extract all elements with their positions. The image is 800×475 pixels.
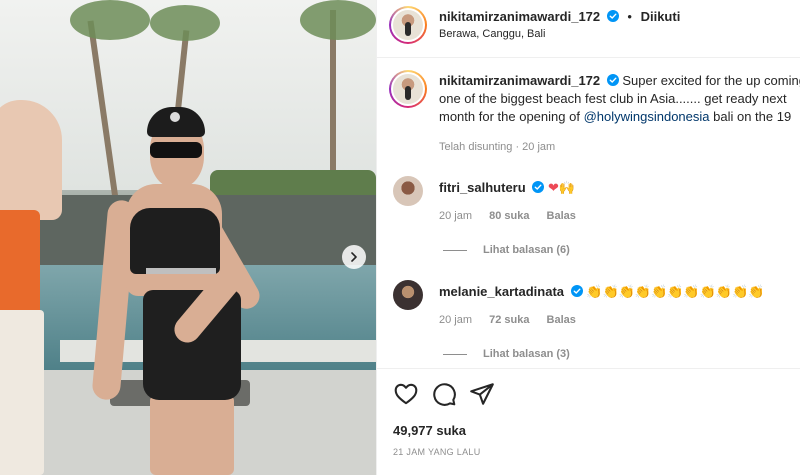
comment-text-row: fitri_salhuteru ❤🙌	[439, 180, 575, 196]
post-time: 21 JAM YANG LALU	[393, 447, 481, 457]
woman-top-band	[146, 268, 216, 274]
caption-line-2: one of the biggest beach fest club in As…	[439, 91, 787, 106]
verified-icon	[570, 285, 583, 297]
cap-logo	[170, 112, 180, 122]
caption-line-3: month for the opening of	[439, 109, 580, 124]
verified-icon	[606, 74, 619, 86]
friend-arm	[0, 100, 62, 220]
view-replies-button[interactable]: Lihat balasan (3)	[443, 348, 570, 360]
comment-body: 👏👏👏👏👏👏👏👏👏👏👏	[586, 285, 765, 300]
comment-likes[interactable]: 80 suka	[489, 210, 529, 222]
comment-avatar[interactable]	[393, 176, 423, 206]
palm-leaves	[150, 5, 220, 41]
comment-username[interactable]: melanie_kartadinata	[439, 284, 564, 299]
caption-tail: bali on the 19	[713, 109, 792, 124]
palm-leaves	[300, 0, 376, 40]
friend-shirt	[0, 210, 40, 320]
author-username[interactable]: nikitamirzanimawardi_172	[439, 9, 600, 24]
verified-icon	[532, 181, 545, 193]
comment-username[interactable]: fitri_salhuteru	[439, 180, 526, 195]
woman-legs	[150, 395, 234, 475]
caption: nikitamirzanimawardi_172 Super excited f…	[377, 66, 800, 166]
like-count[interactable]: 49,977 suka	[393, 423, 466, 438]
replies-line	[443, 353, 467, 355]
comment-time: 20 jam	[439, 314, 473, 326]
action-bar: 49,977 suka 21 JAM YANG LALU	[377, 368, 800, 475]
post-panel: nikitamirzanimawardi_172 • Diikuti Beraw…	[376, 0, 800, 475]
reply-button[interactable]: Balas	[547, 314, 576, 326]
caption-meta: Telah disunting · 20 jam	[439, 141, 556, 153]
comment-time: 20 jam	[439, 210, 473, 222]
comment-body: ❤🙌	[547, 181, 576, 196]
next-photo-button[interactable]	[342, 245, 366, 269]
heart-icon[interactable]	[393, 381, 419, 407]
comment-meta: 20 jam 72 suka Balas	[439, 314, 590, 326]
caption-mention[interactable]: @holywingsindonesia	[584, 109, 710, 124]
follow-button[interactable]: Diikuti	[641, 9, 681, 24]
share-icon[interactable]	[469, 381, 495, 407]
comment-meta: 20 jam 80 suka Balas	[439, 210, 590, 222]
view-replies-label: Lihat balasan (3)	[483, 348, 570, 360]
comment-likes[interactable]: 72 suka	[489, 314, 529, 326]
view-replies-button[interactable]: Lihat balasan (6)	[443, 244, 570, 256]
caption-username[interactable]: nikitamirzanimawardi_172	[439, 73, 600, 88]
caption-text: nikitamirzanimawardi_172 Super excited f…	[439, 72, 800, 126]
friend-skirt	[0, 310, 44, 475]
post-photo[interactable]	[0, 0, 376, 475]
post-header: nikitamirzanimawardi_172 • Diikuti Beraw…	[377, 0, 800, 58]
caption-line-1: Super excited for the up coming	[622, 73, 800, 88]
caption-avatar[interactable]	[389, 70, 427, 108]
next-arrow-icon	[351, 252, 357, 262]
verified-icon	[606, 10, 619, 22]
location-link[interactable]: Berawa, Canggu, Bali	[439, 28, 545, 40]
comment-text-row: melanie_kartadinata 👏👏👏👏👏👏👏👏👏👏👏	[439, 284, 764, 300]
comment-icon[interactable]	[431, 381, 457, 407]
separator-dot: •	[627, 9, 632, 24]
woman-top	[130, 208, 220, 274]
sunglasses	[150, 142, 202, 158]
replies-line	[443, 249, 467, 251]
comment-avatar[interactable]	[393, 280, 423, 310]
palm-leaves	[70, 0, 150, 40]
header-name-row: nikitamirzanimawardi_172 • Diikuti	[439, 9, 680, 24]
author-avatar[interactable]	[389, 6, 427, 44]
view-replies-label: Lihat balasan (6)	[483, 244, 570, 256]
reply-button[interactable]: Balas	[547, 210, 576, 222]
